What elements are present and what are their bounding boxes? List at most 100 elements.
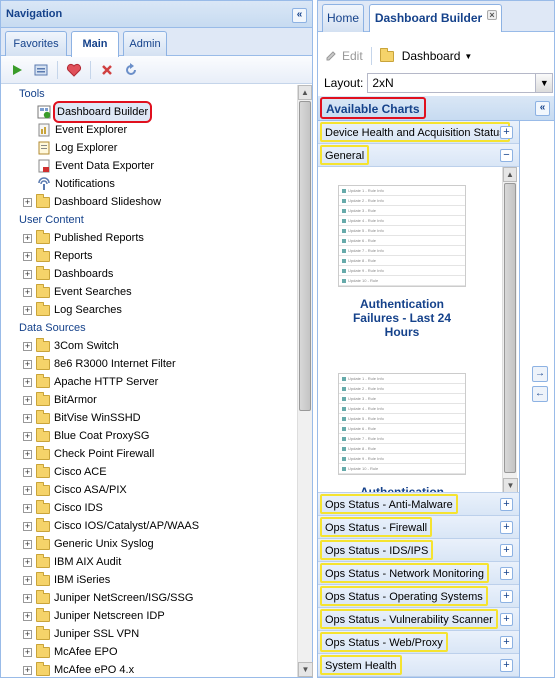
expand-icon[interactable]: +	[23, 305, 32, 315]
expand-icon[interactable]: +	[500, 544, 513, 557]
chart-thumbnail[interactable]: Update 1 - Rule Info Update 2 - Rule Inf…	[338, 373, 466, 492]
tree-scrollbar[interactable]: ▲ ▼	[297, 85, 313, 677]
expand-icon[interactable]: +	[500, 613, 513, 626]
tree-folder[interactable]: + Event Searches	[1, 283, 297, 301]
tree-folder[interactable]: + BitArmor	[1, 391, 297, 409]
tree-folder[interactable]: + IBM iSeries	[1, 571, 297, 589]
expand-icon[interactable]: +	[23, 629, 32, 639]
tree-folder[interactable]: + Dashboards	[1, 265, 297, 283]
expand-icon[interactable]: +	[23, 557, 32, 567]
tree-item-dashboard-builder[interactable]: Dashboard Builder	[1, 101, 297, 123]
tree-folder[interactable]: + Cisco ACE	[1, 463, 297, 481]
chart-group-system-health[interactable]: System Health +	[318, 654, 519, 677]
tab-favorites[interactable]: Favorites	[5, 31, 67, 56]
tree-folder[interactable]: + Apache HTTP Server	[1, 373, 297, 391]
scroll-down-icon[interactable]: ▼	[298, 662, 313, 677]
double-chevron-left-icon[interactable]: «	[535, 101, 550, 116]
expand-icon[interactable]: +	[500, 567, 513, 580]
expand-icon[interactable]: +	[23, 431, 32, 441]
collapse-icon[interactable]: −	[500, 149, 513, 162]
tree-folder[interactable]: + Cisco ASA/PIX	[1, 481, 297, 499]
tree-item-event-explorer[interactable]: Event Explorer	[1, 121, 297, 139]
close-icon[interactable]: ×	[487, 10, 497, 20]
expand-icon[interactable]: +	[23, 611, 32, 621]
expand-icon[interactable]: +	[23, 251, 32, 261]
chevron-down-icon[interactable]: ▼	[535, 74, 553, 92]
tree-folder[interactable]: + Juniper Netscreen IDP	[1, 607, 297, 625]
tree-folder[interactable]: + Juniper SSL VPN	[1, 625, 297, 643]
chart-group-general[interactable]: General −	[318, 144, 519, 167]
chart-group-web-proxy[interactable]: Ops Status - Web/Proxy +	[318, 631, 519, 654]
edit-button[interactable]: Edit	[324, 49, 363, 63]
tab-dashboard-builder[interactable]: Dashboard Builder ×	[369, 4, 502, 32]
scroll-thumb[interactable]	[299, 101, 311, 411]
tree-folder[interactable]: +3Com Switch	[1, 337, 297, 355]
dashboard-menu-button[interactable]: Dashboard ▼	[379, 47, 472, 63]
tree-folder[interactable]: + Published Reports	[1, 229, 297, 247]
layout-select[interactable]: 2xN ▼	[367, 73, 554, 93]
expand-icon[interactable]: +	[23, 467, 32, 477]
tree-folder[interactable]: + Juniper NetScreen/ISG/SSG	[1, 589, 297, 607]
tree-folder-dashboard-slideshow[interactable]: + Dashboard Slideshow	[1, 193, 297, 211]
expand-icon[interactable]: +	[23, 359, 32, 369]
run-icon[interactable]	[7, 60, 27, 80]
tree-folder[interactable]: + Generic Unix Syslog	[1, 535, 297, 553]
chart-group-vulnerability-scanner[interactable]: Ops Status - Vulnerability Scanner +	[318, 608, 519, 631]
delete-icon[interactable]	[97, 60, 117, 80]
expand-icon[interactable]: +	[500, 659, 513, 672]
tree-item-notifications[interactable]: Notifications	[1, 175, 297, 193]
chart-thumbnail[interactable]: Update 1 - Rule Info Update 2 - Rule Inf…	[338, 185, 466, 339]
expand-icon[interactable]: +	[23, 521, 32, 531]
double-chevron-left-icon[interactable]: «	[292, 8, 307, 23]
gallery-scrollbar[interactable]: ▲ ▼	[502, 167, 518, 492]
tree-folder[interactable]: +8e6 R3000 Internet Filter	[1, 355, 297, 373]
expand-icon[interactable]: +	[23, 647, 32, 657]
tree-folder[interactable]: + Check Point Firewall	[1, 445, 297, 463]
expand-icon[interactable]: +	[500, 521, 513, 534]
expand-icon[interactable]: +	[23, 341, 32, 351]
chart-group-network-monitoring[interactable]: Ops Status - Network Monitoring +	[318, 562, 519, 585]
chart-group-operating-systems[interactable]: Ops Status - Operating Systems +	[318, 585, 519, 608]
tree-folder[interactable]: + IBM AIX Audit	[1, 553, 297, 571]
expand-icon[interactable]: +	[23, 449, 32, 459]
expand-icon[interactable]: +	[23, 287, 32, 297]
expand-icon[interactable]: +	[500, 590, 513, 603]
tree-folder[interactable]: + Log Searches	[1, 301, 297, 319]
expand-icon[interactable]: +	[23, 575, 32, 585]
tab-home[interactable]: Home	[322, 4, 364, 32]
expand-icon[interactable]: +	[23, 395, 32, 405]
chart-group-firewall[interactable]: Ops Status - Firewall +	[318, 516, 519, 539]
expand-icon[interactable]: +	[23, 485, 32, 495]
chart-group-anti-malware[interactable]: Ops Status - Anti-Malware +	[318, 493, 519, 516]
tree-folder[interactable]: + Reports	[1, 247, 297, 265]
scroll-down-icon[interactable]: ▼	[503, 478, 518, 492]
refresh-icon[interactable]	[121, 60, 141, 80]
expand-icon[interactable]: +	[23, 593, 32, 603]
tree-folder[interactable]: + McAfee EPO	[1, 643, 297, 661]
expand-icon[interactable]: +	[500, 498, 513, 511]
chart-group-device-health[interactable]: Device Health and Acquisition Status +	[318, 121, 519, 144]
add-folder-icon[interactable]	[31, 60, 51, 80]
expand-icon[interactable]: +	[23, 665, 32, 675]
tree-folder[interactable]: + BitVise WinSSHD	[1, 409, 297, 427]
scroll-up-icon[interactable]: ▲	[298, 85, 312, 100]
arrow-right-icon[interactable]: →	[532, 366, 548, 382]
tree-item-log-explorer[interactable]: Log Explorer	[1, 139, 297, 157]
expand-icon[interactable]: +	[23, 539, 32, 549]
arrow-left-icon[interactable]: ←	[532, 386, 548, 402]
expand-icon[interactable]: +	[500, 126, 513, 139]
tree-folder[interactable]: + Cisco IDS	[1, 499, 297, 517]
tree-folder[interactable]: + Blue Coat ProxySG	[1, 427, 297, 445]
expand-icon[interactable]: +	[500, 636, 513, 649]
expand-icon[interactable]: +	[23, 233, 32, 243]
tree-folder[interactable]: + McAfee ePO 4.x	[1, 661, 297, 677]
expand-icon[interactable]: +	[23, 413, 32, 423]
tree-item-event-data-exporter[interactable]: Event Data Exporter	[1, 157, 297, 175]
tree-folder[interactable]: + Cisco IOS/Catalyst/AP/WAAS	[1, 517, 297, 535]
tab-main[interactable]: Main	[71, 31, 119, 57]
expand-icon[interactable]: +	[23, 377, 32, 387]
expand-icon[interactable]: +	[23, 269, 32, 279]
chart-group-ids-ips[interactable]: Ops Status - IDS/IPS +	[318, 539, 519, 562]
expand-icon[interactable]: +	[23, 503, 32, 513]
favorite-icon[interactable]	[64, 60, 84, 80]
